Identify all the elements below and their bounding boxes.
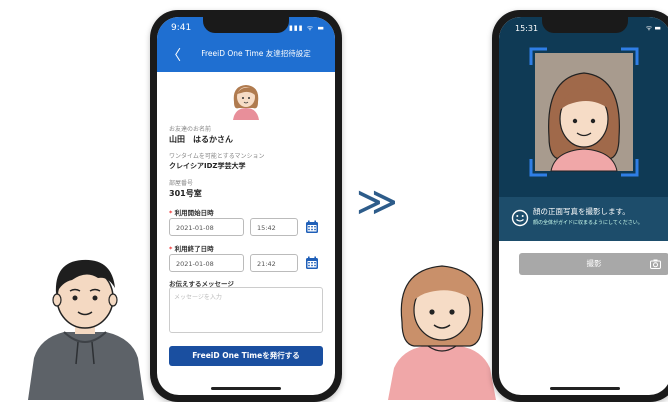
phone2-notch bbox=[542, 17, 628, 33]
end-datetime-label-text: 利用終了日時 bbox=[174, 245, 214, 253]
home-indicator bbox=[211, 387, 281, 390]
status-icons: ᯤ ▬ bbox=[645, 24, 661, 32]
face-guide-frame bbox=[529, 47, 639, 177]
calendar-icon[interactable] bbox=[305, 256, 319, 270]
phone-face-capture: 15:31 ᯤ ▬ 顔の正面写真を撮影します。 顔の全体がガイドに収まるようにし… bbox=[492, 10, 668, 402]
next-step-arrow-icon: ≫ bbox=[356, 179, 398, 225]
end-date-input[interactable]: 2021-01-08 bbox=[169, 254, 244, 272]
phone2-screen: 15:31 ᯤ ▬ 顔の正面写真を撮影します。 顔の全体がガイドに収まるようにし… bbox=[499, 17, 668, 395]
smile-icon bbox=[511, 209, 529, 227]
start-time-input[interactable]: 15:42 bbox=[250, 218, 298, 236]
guide-sub-text: 顔の全体がガイドに収まるようにしてください。 bbox=[533, 220, 643, 226]
mansion-value: クレイシアIDZ学芸大学 bbox=[169, 162, 246, 170]
man-illustration bbox=[28, 259, 144, 400]
status-time: 9:41 bbox=[171, 23, 192, 33]
home-indicator bbox=[550, 387, 620, 390]
room-value: 301号室 bbox=[169, 189, 202, 198]
camera-icon bbox=[650, 259, 661, 269]
shoot-button[interactable]: 撮影 bbox=[519, 253, 668, 275]
phone1-notch bbox=[203, 17, 289, 33]
issue-one-time-button[interactable]: FreeiD One Timeを発行する bbox=[169, 346, 323, 366]
required-mark: * bbox=[169, 209, 173, 217]
phone-invite-settings: 9:41 ▮▮▮ ᯤ ▬ 〈 FreeiD One Time 友達招待設定 お友… bbox=[150, 10, 342, 402]
capture-guide-bar: 顔の正面写真を撮影します。 顔の全体がガイドに収まるようにしてください。 bbox=[499, 197, 668, 241]
friend-avatar bbox=[233, 85, 259, 120]
calendar-icon[interactable] bbox=[305, 220, 319, 234]
shoot-button-label: 撮影 bbox=[586, 259, 602, 268]
required-mark: * bbox=[169, 245, 173, 253]
start-datetime-label-text: 利用開始日時 bbox=[174, 209, 214, 217]
friend-name-value: 山田 はるかさん bbox=[169, 135, 233, 144]
mansion-label: ワンタイムを可能とするマンション bbox=[169, 153, 265, 160]
room-label: 部屋番号 bbox=[169, 180, 194, 187]
woman-illustration bbox=[388, 265, 496, 400]
status-icons: ▮▮▮ ᯤ ▬ bbox=[288, 24, 325, 32]
friend-name-label: お友達のお名前 bbox=[169, 126, 212, 133]
start-date-input[interactable]: 2021-01-08 bbox=[169, 218, 244, 236]
back-chevron-icon[interactable]: 〈 bbox=[167, 45, 181, 65]
start-datetime-label: * 利用開始日時 bbox=[169, 207, 214, 217]
guide-main-text: 顔の正面写真を撮影します。 bbox=[533, 207, 630, 216]
status-time: 15:31 bbox=[515, 24, 539, 33]
phone1-screen: 9:41 ▮▮▮ ᯤ ▬ 〈 FreeiD One Time 友達招待設定 お友… bbox=[157, 17, 335, 395]
end-time-input[interactable]: 21:42 bbox=[250, 254, 298, 272]
camera-preview: 15:31 ᯤ ▬ bbox=[499, 17, 668, 197]
end-datetime-label: * 利用終了日時 bbox=[169, 243, 214, 253]
page-title: FreeiD One Time 友達招待設定 bbox=[201, 49, 311, 58]
message-textarea[interactable]: メッセージを入力 bbox=[169, 287, 323, 333]
